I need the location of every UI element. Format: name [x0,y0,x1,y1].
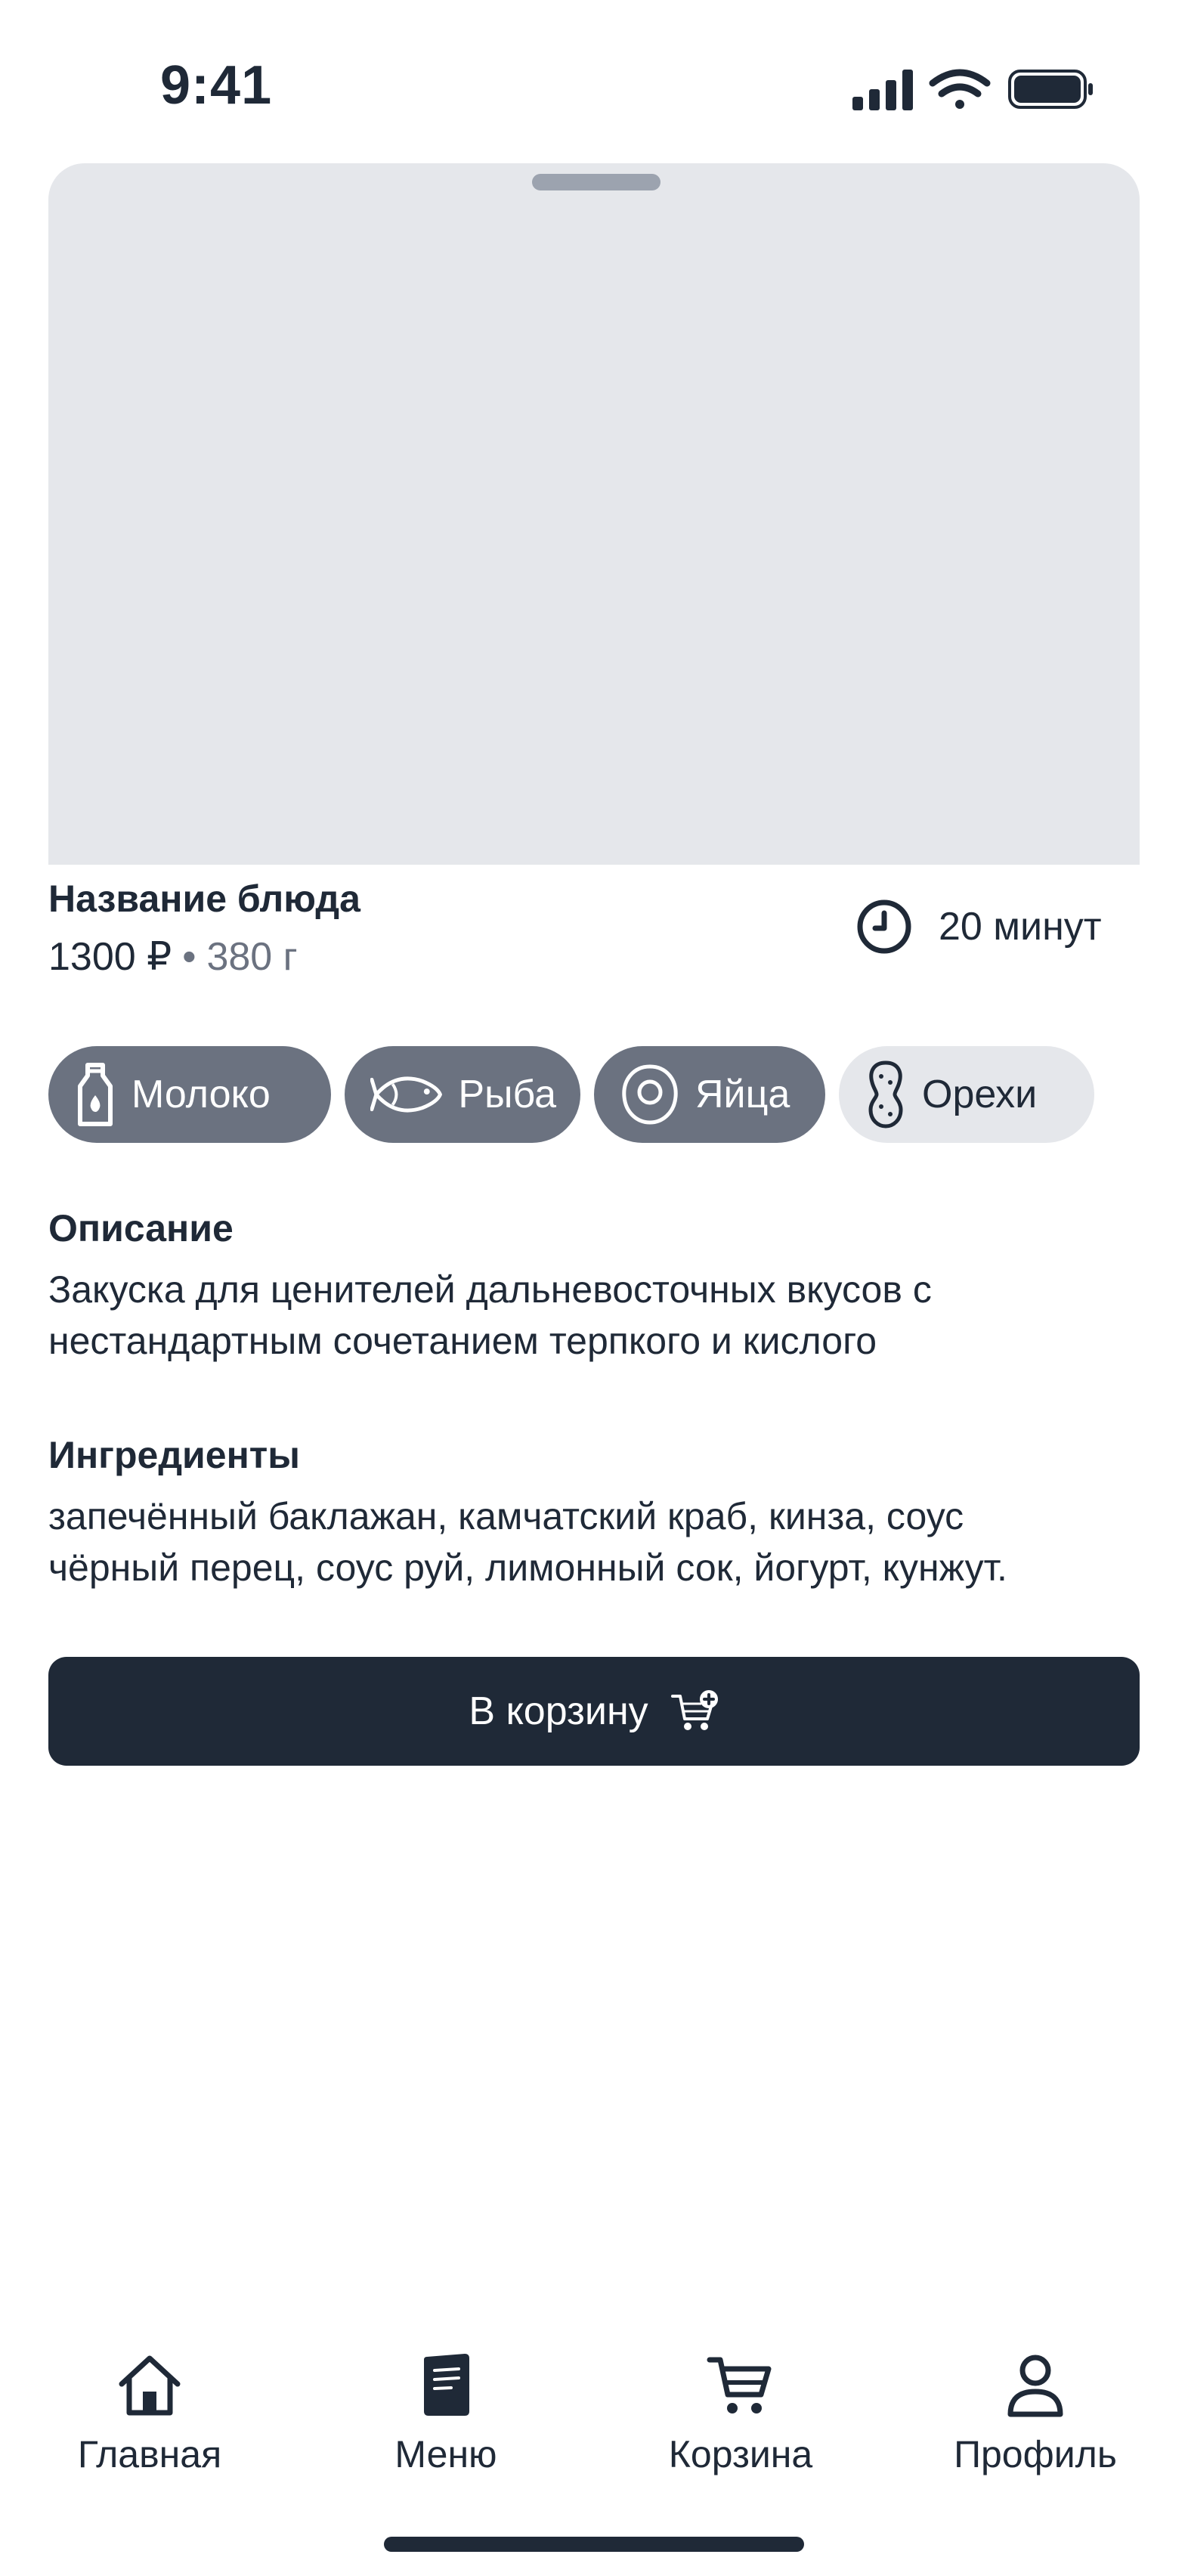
fish-icon [370,1076,442,1113]
chip-eggs[interactable]: Яйца [594,1046,825,1143]
home-icon [119,2355,181,2416]
milk-bottle-icon [78,1063,113,1126]
cart-icon [707,2357,772,2413]
menu-book-icon [424,2354,469,2416]
add-to-cart-button[interactable]: В корзину [48,1657,1140,1766]
ingredients-text: запечённый баклажан, камчатский краб, ки… [48,1491,1137,1593]
ingredients-line: запечённый баклажан, камчатский краб, ки… [48,1495,964,1537]
profile-icon [1007,2355,1063,2417]
ingredients-line: чёрный перец, соус руй, лимонный сок, йо… [48,1547,1007,1589]
sheet-grabber[interactable] [532,174,661,190]
status-time: 9:41 [160,55,273,116]
allergen-chips: Молоко Рыба Яйца Орехи [48,1046,1094,1143]
chip-label: Рыба [458,1073,556,1116]
chip-nuts[interactable]: Орехи [839,1046,1094,1143]
nav-home-label: Главная [77,2433,222,2475]
battery-icon [1008,70,1093,109]
nav-menu-label: Меню [394,2433,497,2475]
dish-price: 1300 ₽ [48,935,172,979]
nav-profile[interactable]: Профиль [922,2351,1149,2476]
price-row: 1300 ₽ • 380 г [48,934,298,980]
nav-home[interactable]: Главная [36,2351,263,2476]
chip-label: Молоко [131,1073,271,1116]
dish-weight: 380 г [206,935,298,979]
chip-fish[interactable]: Рыба [345,1046,580,1143]
nav-cart-label: Корзина [668,2433,813,2475]
chip-milk[interactable]: Молоко [48,1046,331,1143]
ingredients-title: Ингредиенты [48,1434,300,1476]
dish-name: Название блюда [48,878,360,920]
add-to-cart-label: В корзину [469,1689,648,1733]
cook-time-label: 20 минут [939,905,1102,949]
status-icons [852,67,1094,112]
description-line: Закуска для ценителей дальневосточных вк… [48,1268,932,1311]
description-line: нестандартным сочетанием терпкого и кисл… [48,1320,877,1362]
cellular-signal-icon [852,70,913,110]
price-separator: • [182,935,196,979]
clock-icon [857,899,911,954]
cook-time: 20 минут [855,896,1102,957]
egg-icon [622,1064,678,1125]
wifi-icon [929,69,991,109]
description-text: Закуска для ценителей дальневосточных вк… [48,1264,1137,1367]
cart-plus-icon [670,1690,718,1730]
dish-image-placeholder [48,163,1140,865]
home-indicator[interactable] [384,2537,804,2552]
nav-menu[interactable]: Меню [333,2351,559,2476]
chip-label: Яйца [695,1073,790,1116]
nav-cart[interactable]: Корзина [627,2351,854,2476]
peanut-icon [868,1060,903,1129]
description-title: Описание [48,1207,234,1249]
nav-profile-label: Профиль [954,2433,1117,2475]
chip-label: Орехи [922,1073,1038,1116]
